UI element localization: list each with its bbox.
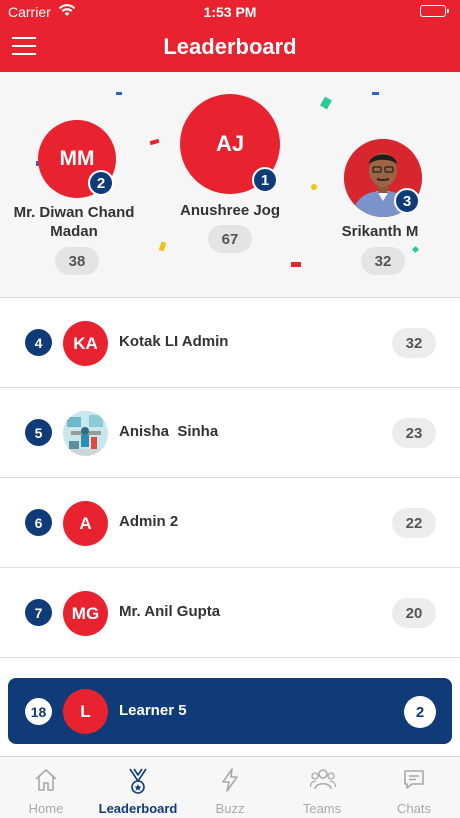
- score-badge: 22: [392, 508, 436, 538]
- rank-badge: 4: [25, 329, 52, 356]
- list-item[interactable]: 5 Anisha Sinha 23: [0, 388, 460, 478]
- score-badge: 23: [392, 418, 436, 448]
- list-item-name: Admin 2: [119, 513, 179, 530]
- rank-badge: 1: [252, 167, 278, 193]
- rank-badge: 6: [25, 509, 52, 536]
- tab-label: Teams: [302, 801, 342, 816]
- list-item[interactable]: 7 MG Mr. Anil Gupta 20: [0, 568, 460, 658]
- tab-label: Chats: [397, 801, 431, 816]
- status-bar: Carrier 1:53 PM: [0, 0, 460, 24]
- tab-chats[interactable]: Chats: [368, 757, 460, 818]
- podium-name: Mr. Diwan Chand Madan: [13, 204, 135, 240]
- score-badge: 32: [361, 247, 405, 275]
- tab-home[interactable]: Home: [0, 757, 92, 818]
- confetti-decoration: [149, 138, 160, 146]
- profile-photo: [63, 411, 108, 456]
- tab-bar: Home Leaderboard Buzz Teams Chats: [0, 756, 460, 818]
- list-item[interactable]: 6 A Admin 2 22: [0, 478, 460, 568]
- tab-label: Leaderboard: [98, 801, 178, 816]
- lightning-icon: [222, 768, 238, 792]
- battery-icon: [420, 5, 449, 17]
- avatar: A: [63, 501, 108, 546]
- score-badge: 67: [208, 225, 252, 253]
- podium: MM 2 Mr. Diwan Chand Madan 38 AJ 1 Anush…: [0, 72, 460, 298]
- avatar: L: [63, 689, 108, 734]
- tab-buzz[interactable]: Buzz: [184, 757, 276, 818]
- tab-label: Home: [28, 801, 64, 816]
- list-item-name: Anisha Sinha: [119, 423, 219, 440]
- rank-badge: 5: [25, 419, 52, 446]
- home-icon: [35, 769, 57, 791]
- avatar: MG: [63, 591, 108, 636]
- chat-icon: [404, 770, 424, 789]
- podium-name: Anushree Jog: [179, 202, 281, 219]
- score-badge: 2: [404, 696, 436, 728]
- rank-badge: 7: [25, 599, 52, 626]
- clock: 1:53 PM: [203, 4, 257, 20]
- confetti-decoration: [411, 245, 420, 254]
- list-item[interactable]: 4 KA Kotak LI Admin 32: [0, 298, 460, 388]
- rank-badge: 18: [25, 698, 52, 725]
- list-item-name: Mr. Anil Gupta: [119, 603, 221, 620]
- confetti-decoration: [116, 92, 122, 95]
- confetti-decoration: [158, 241, 167, 252]
- top-bar: Carrier 1:53 PM Leaderboard: [0, 0, 460, 72]
- score-badge: 20: [392, 598, 436, 628]
- rank-badge: 2: [88, 170, 114, 196]
- tab-leaderboard[interactable]: Leaderboard: [92, 757, 184, 818]
- tab-teams[interactable]: Teams: [276, 757, 368, 818]
- medal-icon: [129, 768, 147, 794]
- avatar: KA: [63, 321, 108, 366]
- current-user-name: Learner 5: [119, 702, 187, 719]
- score-badge: 32: [392, 328, 436, 358]
- page-title: Leaderboard: [163, 34, 297, 59]
- confetti-decoration: [320, 96, 332, 110]
- rank-badge: 3: [394, 188, 420, 214]
- podium-name: Srikanth M: [341, 223, 419, 240]
- current-user-row[interactable]: 18 L Learner 5 2: [8, 678, 452, 744]
- tab-label: Buzz: [215, 801, 245, 816]
- confetti-decoration: [311, 184, 317, 190]
- people-icon: [310, 769, 336, 790]
- score-badge: 38: [55, 247, 99, 275]
- confetti-decoration: [291, 262, 301, 267]
- confetti-decoration: [372, 92, 379, 95]
- list-item-name: Kotak LI Admin: [119, 333, 229, 350]
